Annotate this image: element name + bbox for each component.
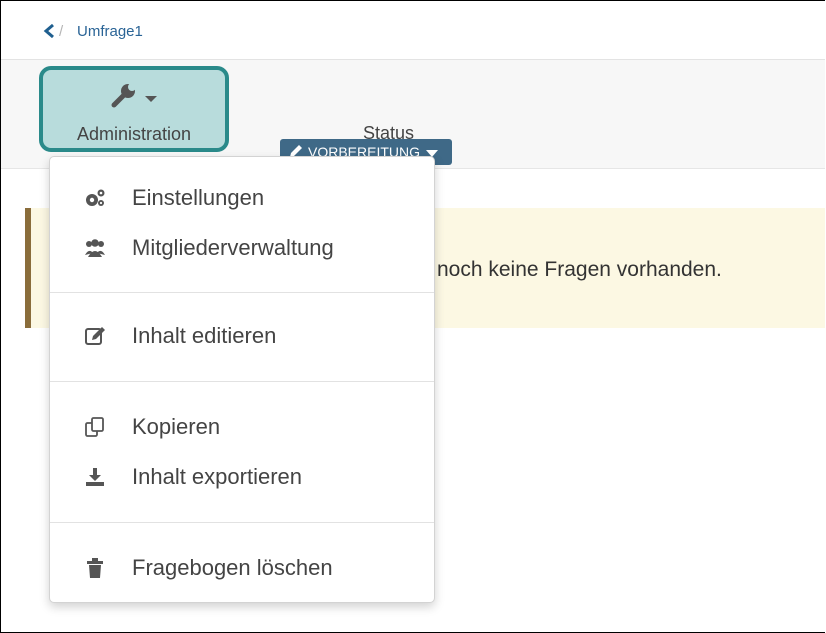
trash-icon: [87, 558, 103, 578]
menu-divider: [50, 522, 434, 523]
breadcrumb-separator: /: [59, 23, 64, 40]
copy-icon: [85, 417, 104, 437]
toolbar: Administration VORBEREITUNG: [1, 60, 825, 169]
warning-text: noch keine Fragen vorhanden.: [437, 258, 722, 281]
menu-item-fragebogen-loeschen[interactable]: Fragebogen löschen: [50, 548, 434, 588]
menu-item-label: Inhalt exportieren: [132, 464, 302, 489]
menu-item-inhalt-editieren[interactable]: Inhalt editieren: [50, 316, 434, 356]
chevron-down-icon: [145, 96, 158, 102]
chevron-left-icon[interactable]: [43, 24, 55, 38]
menu-item-kopieren[interactable]: Kopieren: [50, 407, 434, 447]
menu-item-inhalt-exportieren[interactable]: Inhalt exportieren: [50, 457, 434, 497]
status-label: Status: [363, 123, 415, 143]
menu-item-mitgliederverwaltung[interactable]: Mitgliederverwaltung: [50, 228, 434, 268]
edit-icon: [85, 327, 105, 345]
page-frame: / Umfrage1 Administration VORBEREITUNG S…: [0, 0, 825, 633]
menu-divider: [50, 292, 434, 293]
menu-item-einstellungen[interactable]: Einstellungen: [50, 178, 434, 218]
users-icon: [85, 239, 105, 257]
menu-item-label: Einstellungen: [132, 185, 265, 210]
administration-dropdown-menu: Einstellungen Mitgliederverwaltung Inhal…: [49, 156, 435, 603]
menu-item-label: Mitgliederverwaltung: [132, 235, 334, 260]
menu-item-label: Inhalt editieren: [132, 323, 277, 348]
breadcrumb: / Umfrage1: [1, 1, 825, 60]
administration-label: Administration: [76, 124, 192, 144]
admin-icon-group: [43, 82, 225, 108]
download-icon: [86, 468, 104, 486]
menu-item-label: Fragebogen löschen: [132, 555, 333, 580]
menu-item-label: Kopieren: [132, 414, 221, 439]
menu-divider: [50, 381, 434, 382]
wrench-icon: [111, 83, 136, 108]
cogs-icon: [86, 189, 105, 206]
administration-button[interactable]: Administration: [39, 66, 229, 152]
breadcrumb-current[interactable]: Umfrage1: [77, 23, 143, 40]
